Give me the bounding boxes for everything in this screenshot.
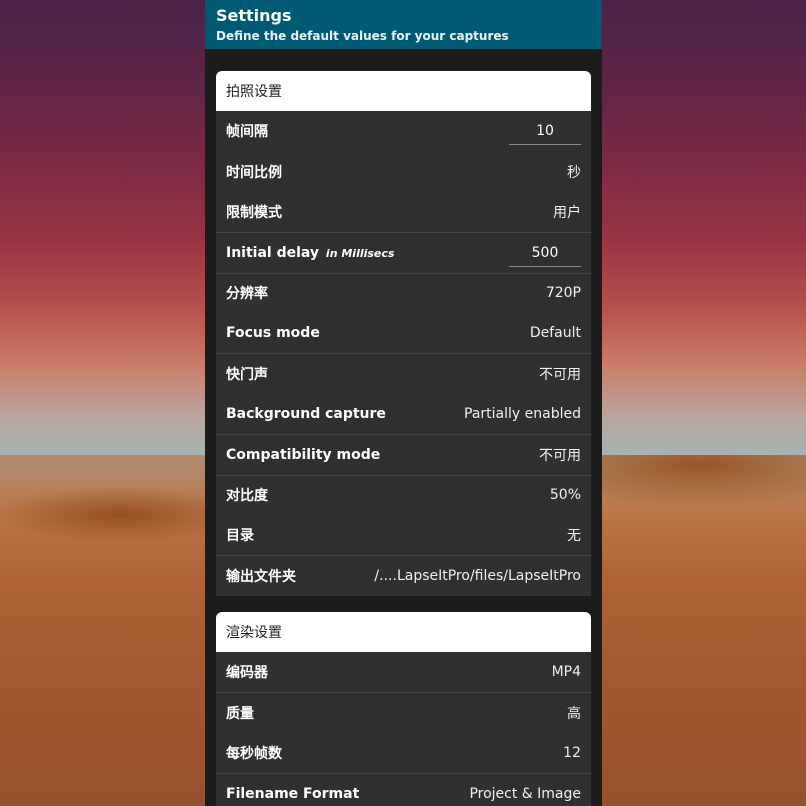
encoder-row[interactable]: 编码器 MP4 [216,651,591,693]
fps-row[interactable]: 每秒帧数 12 [216,732,591,773]
contrast-row[interactable]: 对比度 50% [216,474,591,515]
focus-mode-label: Focus mode [226,325,320,342]
initial-delay-note: in Millisecs [325,246,395,260]
compatibility-mode-row[interactable]: Compatibility mode 不可用 [216,434,591,475]
contrast-label: 对比度 [226,488,268,505]
shutter-sound-value: 不可用 [539,367,581,384]
quality-value: 高 [567,705,581,722]
frame-interval-label: 帧间隔 [226,124,268,141]
background-capture-row[interactable]: Background capture Partially enabled [216,393,591,435]
initial-delay-input[interactable]: 500 [509,245,581,267]
output-folder-value: /....LapseItPro/files/LapseItPro [374,567,581,584]
shutter-sound-row[interactable]: 快门声 不可用 [216,353,591,394]
settings-panel: Settings Define the default values for y… [205,0,602,806]
compatibility-mode-value: 不可用 [539,447,581,464]
focus-mode-row[interactable]: Focus mode Default [216,312,591,354]
directory-value: 无 [567,528,581,545]
time-scale-value: 秒 [567,164,581,181]
initial-delay-row[interactable]: Initial delay in Millisecs 500 [216,232,591,273]
encoder-value: MP4 [551,663,581,680]
render-settings-title: 渲染设置 [216,611,591,652]
resolution-value: 720P [545,285,581,302]
filename-format-label: Filename Format [226,785,360,802]
background-capture-value: Partially enabled [464,405,581,422]
output-folder-row[interactable]: 输出文件夹 /....LapseItPro/files/LapseItPro [216,555,591,596]
quality-row[interactable]: 质量 高 [216,692,591,733]
time-scale-label: 时间比例 [226,164,282,181]
resolution-label: 分辨率 [226,286,268,303]
capture-settings-title: 拍照设置 [216,71,591,111]
contrast-value: 50% [549,487,581,504]
time-scale-row[interactable]: 时间比例 秒 [216,151,591,192]
shutter-sound-label: 快门声 [226,367,268,384]
settings-header: Settings Define the default values for y… [205,0,602,49]
fps-value: 12 [563,744,581,761]
frame-interval-row[interactable]: 帧间隔 10 [216,111,591,152]
render-settings-section: 渲染设置 编码器 MP4 质量 高 每秒帧数 12 Filename Forma… [216,611,591,806]
frame-interval-input[interactable]: 10 [509,123,581,146]
encoder-label: 编码器 [226,664,268,681]
resolution-row[interactable]: 分辨率 720P [216,272,591,313]
output-folder-label: 输出文件夹 [226,568,296,585]
focus-mode-value: Default [529,325,581,342]
limit-mode-label: 限制模式 [226,204,282,221]
capture-settings-section: 拍照设置 帧间隔 10 时间比例 秒 限制模式 用户 Initial delay… [216,71,591,596]
limit-mode-row[interactable]: 限制模式 用户 [216,191,591,233]
filename-format-row[interactable]: Filename Format Project & Image [216,772,591,806]
directory-row[interactable]: 目录 无 [216,514,591,556]
compatibility-mode-label: Compatibility mode [226,446,381,463]
filename-format-value: Project & Image [469,785,581,802]
background-capture-label: Background capture [226,405,386,422]
limit-mode-value: 用户 [553,204,581,221]
fps-label: 每秒帧数 [226,745,282,762]
quality-label: 质量 [226,705,254,722]
page-subtitle: Define the default values for your captu… [216,29,509,43]
directory-label: 目录 [226,528,254,545]
page-title: Settings [216,6,292,25]
initial-delay-label: Initial delay in Millisecs [226,244,395,261]
